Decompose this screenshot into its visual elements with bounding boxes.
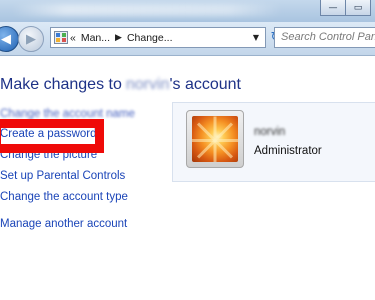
maximize-button[interactable]: ▭ [346, 0, 371, 16]
manage-another-account-link[interactable]: Manage another account [0, 218, 127, 230]
parental-controls-link[interactable]: Set up Parental Controls [0, 170, 125, 182]
heading-user-name: norvin [125, 76, 170, 93]
control-panel-icon [54, 31, 68, 44]
address-overflow-icon[interactable]: « [70, 32, 76, 44]
breadcrumb-item[interactable]: Man... [81, 32, 110, 44]
avatar [186, 110, 244, 168]
address-dropdown-icon[interactable]: ▼ [249, 28, 263, 47]
minimize-button[interactable]: — [320, 0, 346, 16]
page-title: Make changes to norvin's account [0, 76, 241, 94]
flower-picture-icon [192, 116, 238, 162]
title-bar-blur [12, 4, 282, 16]
address-bar[interactable]: « Man... ▶ Change... ▼ [50, 27, 266, 48]
breadcrumb-separator-icon[interactable]: ▶ [115, 33, 122, 43]
breadcrumb-item[interactable]: Change... [127, 32, 173, 44]
highlight-box [0, 119, 104, 153]
title-bar: — ▭ [0, 0, 375, 22]
forward-button[interactable]: ▶ [18, 26, 44, 52]
heading-prefix: Make changes to [0, 76, 122, 93]
account-role: Administrator [254, 145, 322, 157]
account-name: norvin [254, 126, 286, 138]
window-controls: — ▭ [320, 0, 371, 16]
back-button[interactable]: ◀ [0, 26, 19, 52]
navigation-bar: ◀ ▶ « Man... ▶ Change... ▼ ↻ Search Cont… [0, 22, 375, 56]
search-input[interactable]: Search Control Panel [274, 27, 375, 48]
heading-suffix: 's account [169, 76, 241, 93]
change-account-type-link[interactable]: Change the account type [0, 191, 128, 203]
